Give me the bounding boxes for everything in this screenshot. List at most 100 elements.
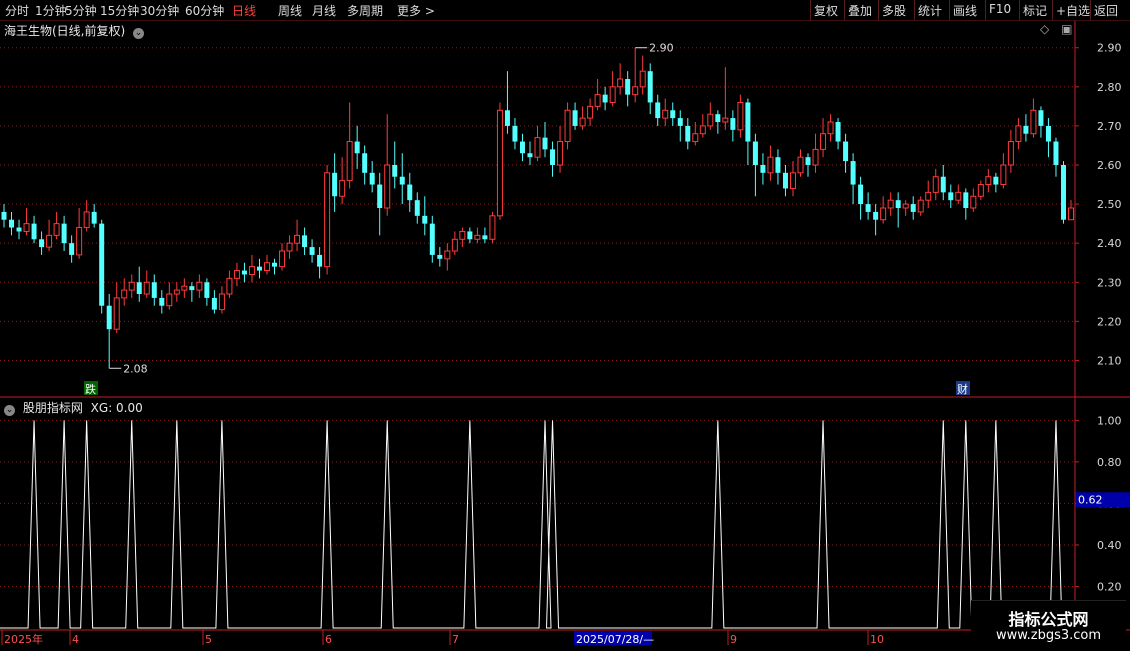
candle-body [730, 118, 736, 130]
candle-body [1000, 164, 1007, 186]
candle-body [917, 199, 924, 213]
tool-button-6[interactable]: 标记 [1023, 2, 1047, 19]
tool-button-2[interactable]: 多股 [882, 2, 906, 19]
time-label: 2025年 [4, 632, 43, 646]
candle-body [977, 184, 984, 197]
candle-body [767, 156, 774, 174]
candle-body [970, 195, 977, 209]
candle-body [69, 243, 75, 255]
candle-body [204, 282, 210, 298]
tool-button-0[interactable]: 复权 [814, 2, 838, 19]
candle-body [302, 235, 308, 248]
candle-body [474, 234, 481, 240]
panel-tools: ◇ ▣ [1040, 22, 1072, 36]
candle-body [873, 211, 879, 220]
chart-canvas[interactable]: 2.10 2.20 2.30 2.40 2.50 2.60 2.70 2.80 2.90 0.20… [0, 0, 1130, 650]
candle-body [512, 125, 518, 142]
candle-body [496, 109, 503, 217]
period-6[interactable]: 日线 [232, 2, 256, 19]
chevron-down-icon[interactable]: ⌄ [133, 28, 145, 39]
candle-body [940, 176, 946, 193]
candle-body [1015, 125, 1022, 143]
watermark: 指标公式网 www.zbgs3.com [971, 600, 1126, 651]
candle-body [166, 293, 173, 307]
candle-body [805, 157, 811, 165]
chevron-down-icon[interactable]: ⌄ [4, 405, 15, 416]
candle-body [181, 285, 188, 291]
candle-body [317, 254, 323, 267]
candle-body [858, 184, 864, 205]
tool-button-1[interactable]: 叠加 [848, 2, 872, 19]
candle-body [775, 157, 781, 173]
candle-body [670, 110, 676, 119]
candle-body [189, 286, 195, 291]
candle-body [843, 141, 849, 162]
price-tick-label: 2.20 [1097, 315, 1122, 328]
toolbar-separator [985, 0, 986, 20]
candle-body [910, 204, 916, 212]
candle-body [1030, 109, 1037, 135]
period-0[interactable]: 分时 [5, 2, 29, 19]
time-label: 9 [730, 633, 737, 646]
candle-body [639, 70, 646, 88]
candle-body [789, 172, 796, 189]
candle-body [46, 234, 53, 248]
indicator-title[interactable]: ⌄ 股朋指标网 XG: 0.00 [4, 399, 143, 416]
tool-button-5[interactable]: F10 [989, 2, 1011, 16]
candle-body [309, 247, 315, 255]
candle-body [159, 297, 165, 306]
period-7[interactable]: 周线 [278, 2, 302, 19]
price-tick-label: 2.10 [1097, 354, 1122, 367]
indicator-tick-label: 0.80 [1097, 456, 1122, 469]
candle-body [887, 199, 894, 209]
candle-body [519, 141, 525, 154]
toolbar-separator [1019, 0, 1020, 20]
candle-body [23, 223, 30, 232]
candle-body [647, 71, 653, 103]
candle-body [550, 149, 556, 165]
candle-body [377, 184, 383, 208]
candle-body [865, 204, 871, 212]
candle-body [1007, 141, 1014, 166]
period-3[interactable]: 15分钟 [100, 2, 139, 19]
candle-body [609, 86, 616, 103]
tool-button-7[interactable]: +自选 [1056, 2, 1090, 19]
candle-body [83, 211, 90, 229]
period-5[interactable]: 60分钟 [185, 2, 224, 19]
tool-button-4[interactable]: 画线 [953, 2, 977, 19]
candle-body [985, 176, 992, 186]
period-2[interactable]: 5分钟 [65, 2, 97, 19]
candle-body [812, 148, 819, 166]
price-tick-label: 2.90 [1097, 42, 1122, 55]
cursor-date-label: 2025/07/28/— [576, 633, 654, 646]
candle-body [572, 110, 578, 126]
period-10[interactable]: 更多 > [397, 2, 435, 19]
candle-body [752, 141, 758, 165]
diamond-icon[interactable]: ◇ [1040, 22, 1049, 36]
candle-body [459, 230, 466, 240]
toolbar-separator [1052, 0, 1053, 20]
candle-body [369, 172, 375, 185]
candle-body [685, 125, 691, 142]
candle-body [1053, 141, 1059, 165]
time-label: 4 [72, 633, 79, 646]
period-1[interactable]: 1分钟 [35, 2, 67, 19]
time-label: 5 [205, 633, 212, 646]
price-tick-label: 2.60 [1097, 159, 1122, 172]
candle-body [482, 235, 488, 240]
period-8[interactable]: 月线 [312, 2, 336, 19]
stock-title[interactable]: 海王生物(日线,前复权) ⌄ [4, 22, 145, 39]
period-4[interactable]: 30分钟 [140, 2, 179, 19]
candle-body [542, 137, 548, 150]
panel-maximize-icon[interactable]: ▣ [1061, 22, 1072, 36]
low-marker-label: 2.08 [123, 362, 147, 375]
candle-body [211, 297, 217, 310]
tool-button-3[interactable]: 统计 [918, 2, 942, 19]
time-label: 7 [452, 633, 459, 646]
tool-button-8[interactable]: 返回 [1094, 2, 1118, 19]
candle-body [579, 117, 586, 127]
period-9[interactable]: 多周期 [347, 2, 383, 19]
candle-body [557, 141, 564, 166]
price-tick-label: 2.70 [1097, 120, 1122, 133]
candle-body [151, 282, 157, 298]
